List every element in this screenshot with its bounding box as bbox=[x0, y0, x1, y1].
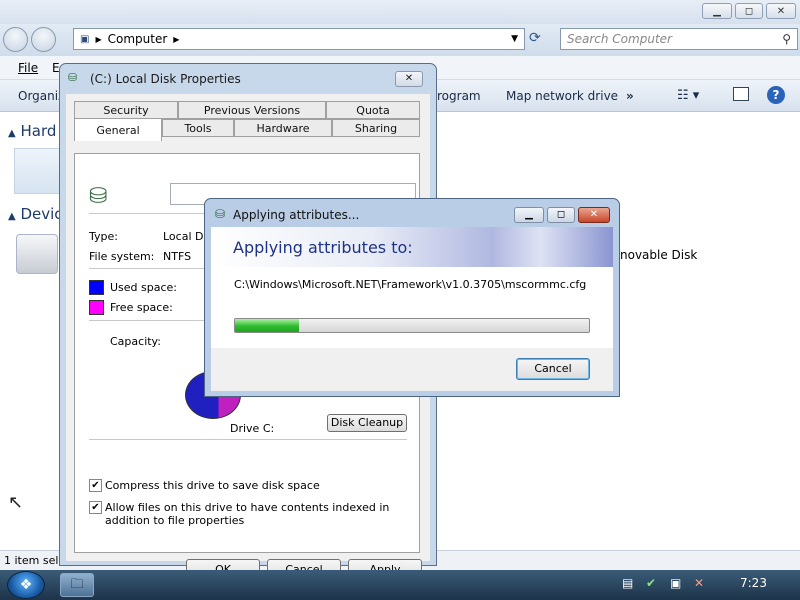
tab-general[interactable]: General bbox=[74, 118, 162, 141]
status-text: 1 item sele bbox=[4, 554, 66, 567]
apply-minimize-button[interactable]: ▁ bbox=[514, 207, 544, 223]
minimize-button[interactable]: ▁ bbox=[702, 3, 732, 19]
refresh-icon[interactable]: ⟳ bbox=[529, 30, 541, 46]
properties-close-button[interactable]: ✕ bbox=[395, 71, 423, 87]
used-space-label: Used space: bbox=[110, 281, 178, 294]
applying-title: Applying attributes... bbox=[233, 208, 360, 222]
floppy-drive-icon[interactable] bbox=[16, 234, 58, 274]
search-icon[interactable]: ⚲ bbox=[782, 32, 791, 46]
security-tray-icon[interactable]: ✔ bbox=[646, 576, 656, 590]
attributes-icon: ⛁ bbox=[215, 207, 226, 221]
disk-small-icon: ⛁ bbox=[68, 71, 78, 84]
properties-title-bar: ⛁ (C:) Local Disk Properties ✕ bbox=[60, 64, 436, 94]
applying-content: C:\Windows\Microsoft.NET\Framework\v1.0.… bbox=[211, 267, 613, 348]
taskbar-explorer-button[interactable]: 🗀 bbox=[60, 573, 94, 597]
tab-quota[interactable]: Quota bbox=[326, 101, 420, 119]
free-space-swatch bbox=[89, 300, 104, 315]
progress-bar-fill bbox=[235, 319, 299, 332]
capacity-label: Capacity: bbox=[110, 335, 161, 348]
compress-label[interactable]: Compress this drive to save disk space bbox=[105, 479, 320, 492]
volume-muted-icon[interactable]: ✕ bbox=[694, 576, 704, 590]
file-system-value: NTFS bbox=[163, 250, 192, 263]
help-icon[interactable]: ? bbox=[767, 86, 785, 104]
applying-file-path: C:\Windows\Microsoft.NET\Framework\v1.0.… bbox=[234, 278, 587, 291]
drive-icon: ⛁ bbox=[89, 184, 108, 209]
breadcrumb-separator-icon: ▶ bbox=[95, 34, 102, 44]
explorer-title-bar: ▁ ◻ ✕ bbox=[0, 0, 800, 24]
map-network-drive-button[interactable]: Map network drive bbox=[506, 89, 618, 103]
maximize-button[interactable]: ◻ bbox=[735, 3, 763, 19]
address-dropdown-icon[interactable]: ▼ bbox=[511, 34, 518, 44]
uninstall-program-button[interactable]: rogram bbox=[437, 89, 481, 103]
breadcrumb-separator-icon: ▶ bbox=[173, 34, 180, 44]
properties-title: (C:) Local Disk Properties bbox=[90, 72, 241, 86]
address-bar[interactable]: ▣ ▶ Computer ▶ ▼ bbox=[73, 28, 525, 50]
hard-disk-section-label: ▲ Hard bbox=[8, 122, 57, 140]
compress-checkbox[interactable]: ✔ bbox=[89, 479, 102, 492]
index-label[interactable]: Allow files on this drive to have conten… bbox=[105, 501, 405, 527]
applying-heading: Applying attributes to: bbox=[233, 238, 413, 257]
used-space-swatch bbox=[89, 280, 104, 295]
search-input[interactable]: Search Computer ⚲ bbox=[560, 28, 798, 50]
close-button[interactable]: ✕ bbox=[766, 3, 796, 19]
tab-previous-versions[interactable]: Previous Versions bbox=[178, 101, 326, 119]
explorer-folder-icon: 🗀 bbox=[70, 577, 84, 592]
file-system-label: File system: bbox=[89, 250, 155, 263]
applying-header-banner: Applying attributes to: bbox=[211, 227, 613, 267]
drive-c-label: Drive C: bbox=[230, 422, 275, 435]
free-space-label: Free space: bbox=[110, 301, 173, 314]
applying-cancel-button[interactable]: Cancel bbox=[516, 358, 590, 380]
address-path: Computer bbox=[107, 32, 168, 46]
views-icon[interactable]: ☷ ▾ bbox=[677, 88, 699, 103]
more-commands-button[interactable]: » bbox=[626, 89, 634, 103]
search-placeholder: Search Computer bbox=[567, 32, 672, 46]
removable-disk-label[interactable]: novable Disk bbox=[620, 248, 697, 262]
clock[interactable]: 7:23 bbox=[740, 576, 767, 590]
type-label: Type: bbox=[89, 230, 118, 243]
applying-attributes-dialog: ⛁ Applying attributes... ▁ ◻ ✕ Applying … bbox=[204, 198, 620, 397]
apply-close-button[interactable]: ✕ bbox=[578, 207, 610, 223]
computer-icon: ▣ bbox=[80, 33, 90, 45]
divider bbox=[89, 439, 407, 440]
forward-button[interactable] bbox=[31, 27, 56, 52]
apply-maximize-button[interactable]: ◻ bbox=[547, 207, 575, 223]
organize-button[interactable]: Organiz bbox=[18, 89, 64, 103]
network-tray-icon[interactable]: ▣ bbox=[670, 576, 681, 590]
index-checkbox[interactable]: ✔ bbox=[89, 501, 102, 514]
preview-pane-icon[interactable] bbox=[733, 87, 749, 101]
disk-cleanup-button[interactable]: Disk Cleanup bbox=[327, 414, 407, 432]
back-button[interactable] bbox=[3, 27, 28, 52]
start-button[interactable]: ❖ bbox=[7, 571, 45, 599]
notes-tray-icon[interactable]: ▤ bbox=[622, 576, 633, 590]
applying-body: C:\Windows\Microsoft.NET\Framework\v1.0.… bbox=[211, 267, 613, 391]
progress-bar bbox=[234, 318, 590, 333]
windows-orb-icon: ❖ bbox=[19, 577, 33, 593]
tab-hardware[interactable]: Hardware bbox=[234, 119, 332, 137]
menu-file[interactable]: File bbox=[18, 61, 38, 75]
tab-sharing[interactable]: Sharing bbox=[332, 119, 420, 137]
tab-security[interactable]: Security bbox=[74, 101, 178, 119]
mouse-cursor-icon: ↖ bbox=[8, 492, 24, 513]
local-disk-icon[interactable] bbox=[14, 148, 60, 194]
tab-tools[interactable]: Tools bbox=[162, 119, 234, 137]
